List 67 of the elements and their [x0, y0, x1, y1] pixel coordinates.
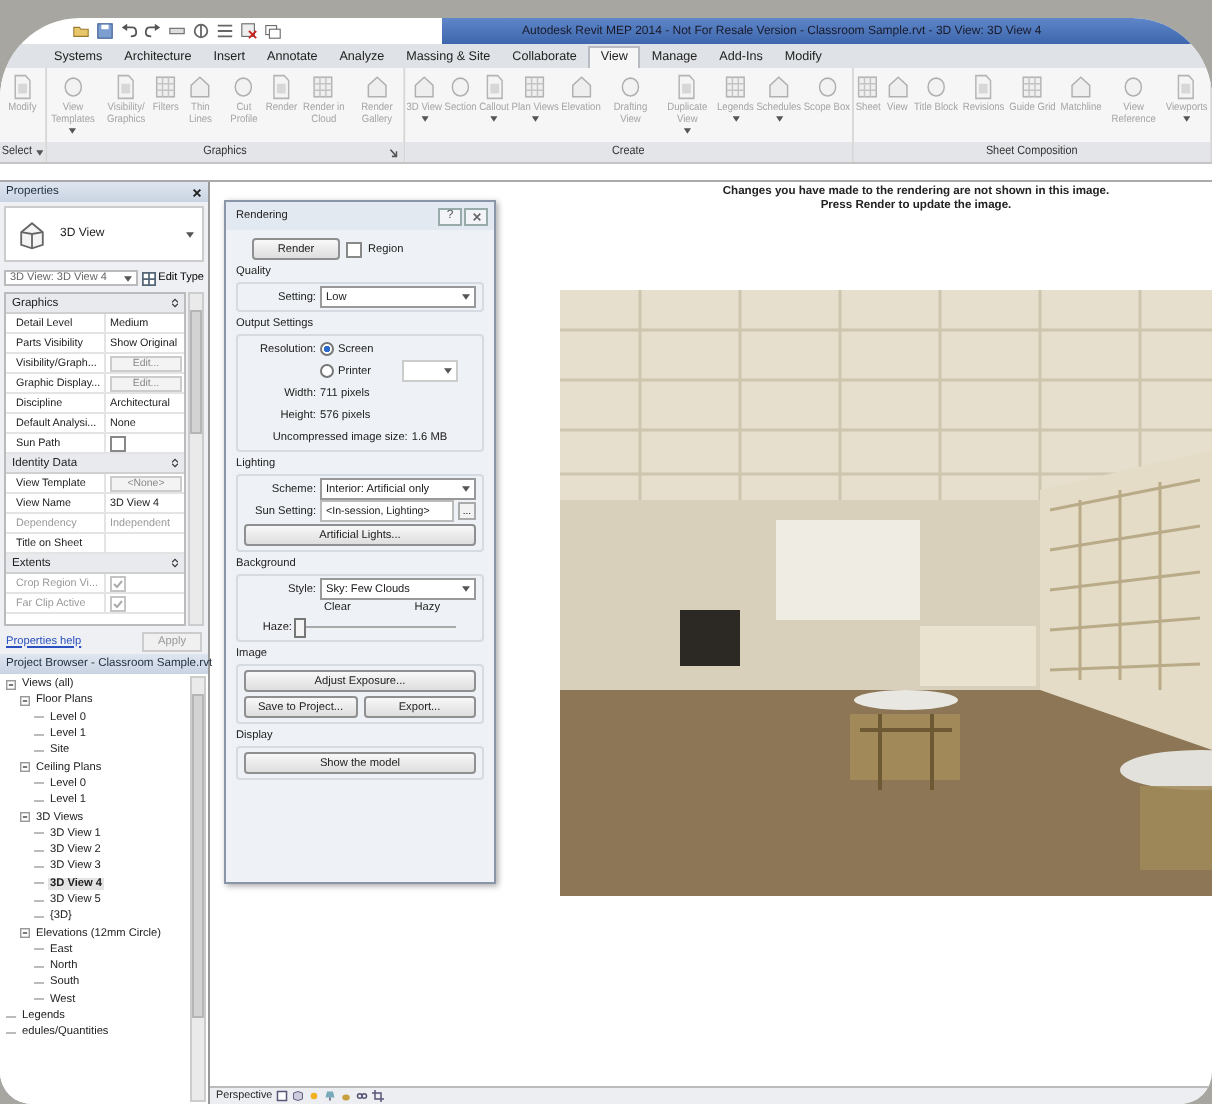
document-icon — [482, 74, 506, 100]
caret-icon — [186, 231, 194, 237]
slider-thumb[interactable] — [294, 618, 306, 638]
document-icon — [675, 74, 700, 100]
collapse-icon[interactable] — [20, 928, 30, 939]
crop-icon[interactable] — [372, 1090, 385, 1102]
collapse-icon[interactable] — [20, 762, 30, 773]
windows-icon[interactable] — [264, 22, 282, 40]
collapse-icon[interactable] — [20, 695, 30, 706]
circle-icon — [232, 74, 256, 100]
launcher-arrow-icon[interactable] — [388, 147, 398, 157]
circle-icon — [1121, 74, 1146, 100]
save-icon[interactable] — [96, 22, 114, 40]
grid-icon — [142, 271, 157, 285]
close-icon[interactable] — [192, 187, 202, 197]
caret-icon — [444, 368, 453, 374]
collapse-icon[interactable] — [6, 679, 16, 690]
caret-icon — [490, 115, 498, 122]
scrollbar[interactable] — [188, 292, 204, 626]
document-icon — [971, 74, 996, 100]
lamp-icon[interactable] — [324, 1090, 337, 1102]
circle-icon — [924, 74, 948, 100]
caret-icon — [69, 127, 77, 134]
caret-icon — [420, 115, 428, 122]
grid-icon — [523, 74, 547, 100]
caret-icon — [462, 486, 470, 492]
glasses-icon[interactable] — [356, 1090, 369, 1102]
radio-button[interactable] — [320, 364, 334, 378]
radio-button[interactable] — [320, 342, 334, 356]
circle-icon — [815, 74, 839, 100]
undo-icon[interactable] — [120, 22, 138, 40]
caret-icon — [731, 115, 740, 122]
square-icon[interactable] — [276, 1090, 289, 1102]
grid-icon — [856, 74, 880, 100]
caret-icon — [683, 127, 691, 134]
grid-icon — [312, 74, 336, 100]
close-button[interactable] — [464, 207, 488, 225]
collapse-icon[interactable] — [20, 812, 30, 823]
circle-icon — [61, 74, 85, 100]
circle-icon — [448, 74, 473, 100]
close-window-icon[interactable] — [240, 22, 258, 40]
redo-icon[interactable] — [144, 22, 162, 40]
document-icon — [269, 74, 294, 100]
open-folder-icon[interactable] — [72, 22, 90, 40]
checkbox[interactable] — [346, 241, 362, 257]
caret-icon — [462, 294, 470, 300]
grid-icon — [153, 74, 178, 100]
caret-icon — [124, 275, 133, 281]
collapse-icon[interactable] — [172, 298, 178, 308]
caret-icon — [531, 115, 539, 122]
grid-icon — [723, 74, 748, 100]
document-icon — [10, 74, 35, 100]
scrollbar[interactable] — [190, 676, 206, 1102]
cube-icon[interactable] — [292, 1090, 305, 1102]
collapse-icon[interactable] — [172, 458, 178, 468]
collapse-icon[interactable] — [172, 558, 178, 568]
circle-icon — [618, 74, 643, 100]
close-icon — [471, 211, 481, 221]
caret-icon — [462, 586, 470, 592]
caret-icon — [1183, 115, 1191, 122]
checkbox[interactable] — [110, 435, 126, 451]
grid-icon — [1020, 74, 1045, 100]
caret-icon — [35, 149, 43, 155]
list-icon[interactable] — [216, 22, 234, 40]
document-icon — [114, 74, 138, 100]
caret-icon — [775, 115, 783, 122]
document-icon — [1174, 74, 1199, 100]
